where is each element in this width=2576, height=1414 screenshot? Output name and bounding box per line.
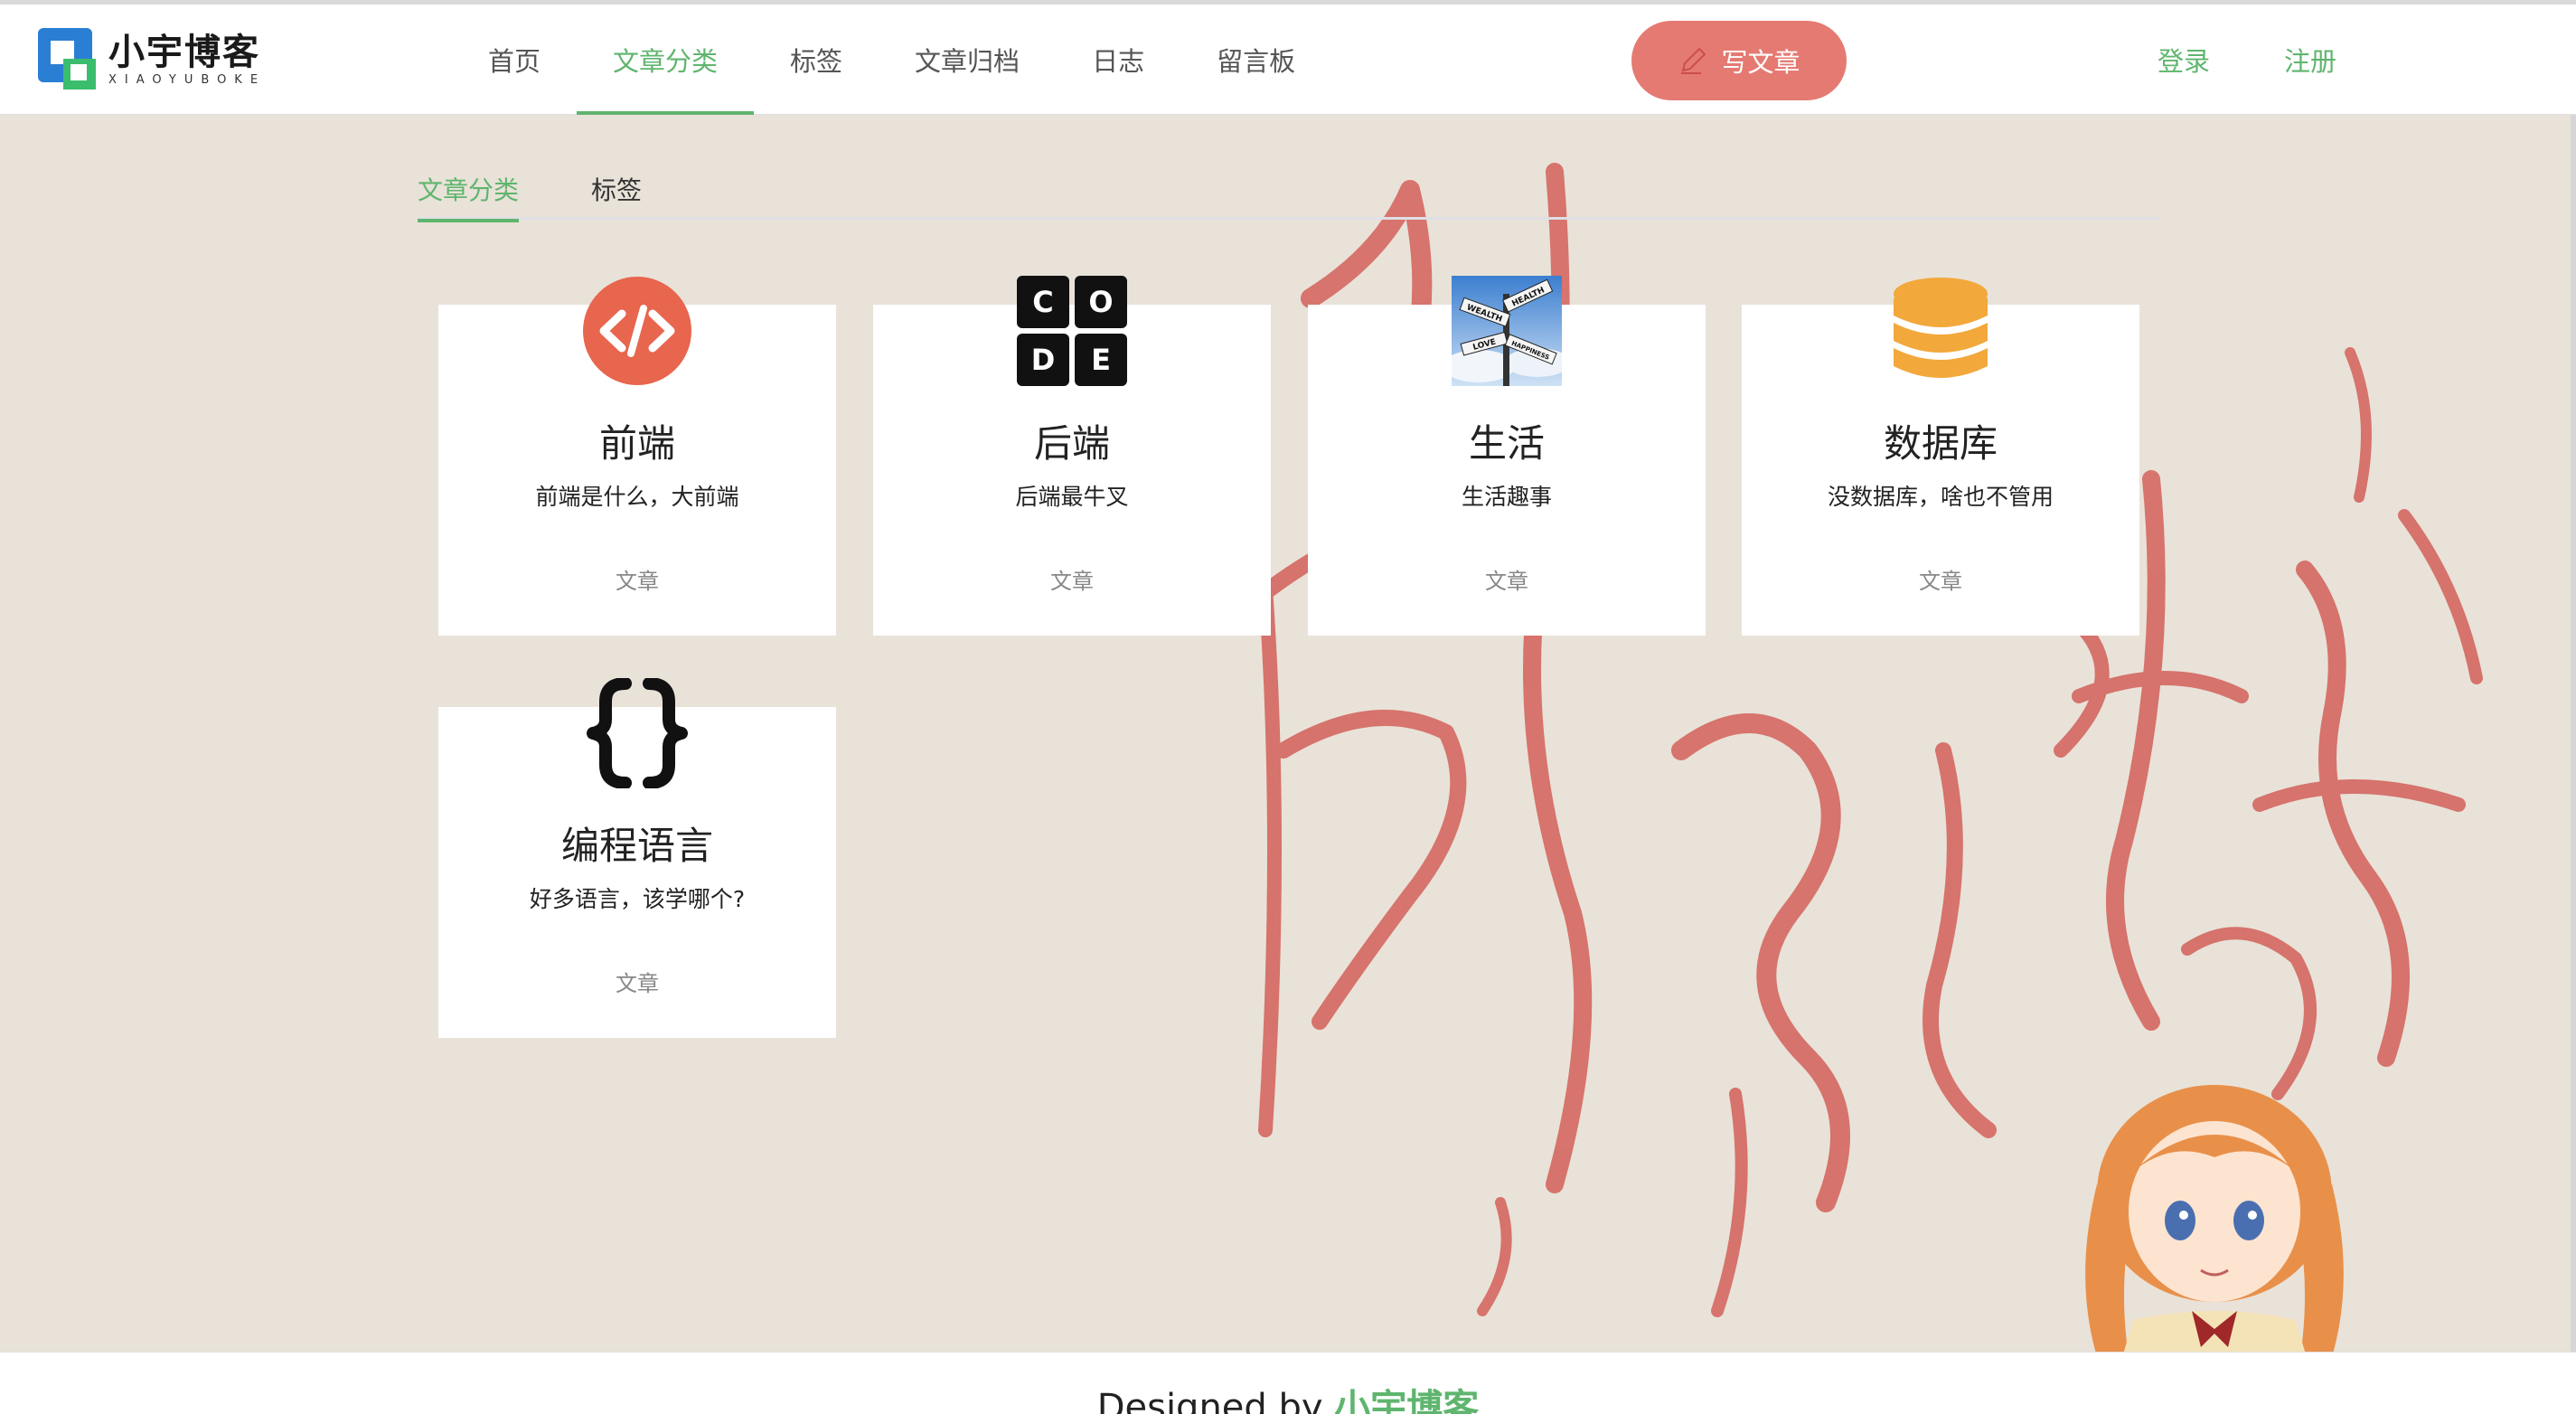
- write-article-label: 写文章: [1721, 47, 1800, 78]
- category-card-backend[interactable]: C O D E 后端 后端最牛叉 文章: [873, 276, 1271, 636]
- category-article-label: 文章: [1050, 569, 1094, 594]
- category-title: 编程语言: [560, 824, 713, 868]
- footer-brand-link[interactable]: 小宇博客: [1334, 1387, 1479, 1414]
- main-nav: 首页 文章分类 标签 文章归档 日志 留言板: [452, 5, 1331, 115]
- site-logo[interactable]: 小宇博客 XIAOYUBOKE: [38, 26, 266, 93]
- code-letter-o: O: [1088, 285, 1113, 319]
- category-article-label: 文章: [1485, 569, 1528, 594]
- nav-log[interactable]: 日志: [1056, 5, 1180, 115]
- database-icon: [1894, 278, 1988, 378]
- nav-home[interactable]: 首页: [452, 5, 577, 115]
- code-letter-c: C: [1032, 285, 1053, 319]
- login-link[interactable]: 登录: [2158, 5, 2210, 115]
- category-title: 生活: [1468, 421, 1545, 466]
- category-article-label: 文章: [616, 569, 659, 594]
- top-header: 小宇博客 XIAOYUBOKE 首页 文章分类 标签 文章归档 日志 留言板 写…: [0, 5, 2576, 115]
- code-letter-d: D: [1031, 343, 1056, 377]
- logo-title: 小宇博客: [108, 31, 260, 73]
- category-description: 后端最牛叉: [1015, 484, 1129, 510]
- code-blocks-icon: C O D E: [1017, 276, 1127, 386]
- calligraphy-background: [1221, 163, 2483, 1317]
- page-footer: Designed by 小宇博客: [0, 1352, 2576, 1414]
- category-card-languages[interactable]: 编程语言 好多语言，该学哪个? 文章: [438, 678, 836, 1038]
- logo-subtitle: XIAOYUBOKE: [108, 73, 267, 87]
- signpost-icon: WEALTH HEALTH LOVE HAPPINESS: [1452, 276, 1562, 386]
- category-card-database[interactable]: 数据库 没数据库，啥也不管用 文章: [1742, 278, 2139, 636]
- tab-tags[interactable]: 标签: [591, 158, 642, 220]
- tab-categories[interactable]: 文章分类: [418, 158, 520, 222]
- category-card-life[interactable]: WEALTH HEALTH LOVE HAPPINESS 生活 生活趣事 文章: [1308, 276, 1706, 636]
- sub-tabs: 文章分类 标签: [418, 158, 2158, 222]
- category-description: 前端是什么，大前端: [535, 484, 739, 510]
- logo-mark-icon: [38, 28, 96, 90]
- category-title: 数据库: [1883, 421, 1998, 466]
- category-article-label: 文章: [1919, 569, 1962, 594]
- pen-icon: [1681, 47, 1706, 74]
- nav-categories[interactable]: 文章分类: [577, 5, 755, 115]
- category-description: 没数据库，啥也不管用: [1827, 484, 2054, 510]
- code-letter-e: E: [1091, 343, 1111, 377]
- footer-credit: Designed by 小宇博客: [0, 1378, 2576, 1414]
- curly-braces-icon: [587, 678, 688, 788]
- category-description: 好多语言，该学哪个?: [529, 886, 746, 912]
- footer-prefix: Designed by: [1096, 1387, 1335, 1414]
- write-article-button[interactable]: 写文章: [1631, 21, 1847, 100]
- category-card-frontend[interactable]: 前端 前端是什么，大前端 文章: [438, 277, 836, 636]
- category-title: 后端: [1033, 421, 1110, 466]
- nav-guestbook[interactable]: 留言板: [1180, 5, 1331, 115]
- category-title: 前端: [598, 421, 675, 466]
- category-description: 生活趣事: [1461, 484, 1552, 510]
- code-brackets-icon: [583, 277, 691, 385]
- page-scrollbar[interactable]: [2571, 115, 2576, 1352]
- category-article-label: 文章: [616, 971, 659, 996]
- nav-archive[interactable]: 文章归档: [879, 5, 1056, 115]
- register-link[interactable]: 注册: [2284, 5, 2336, 115]
- nav-tags[interactable]: 标签: [754, 5, 879, 115]
